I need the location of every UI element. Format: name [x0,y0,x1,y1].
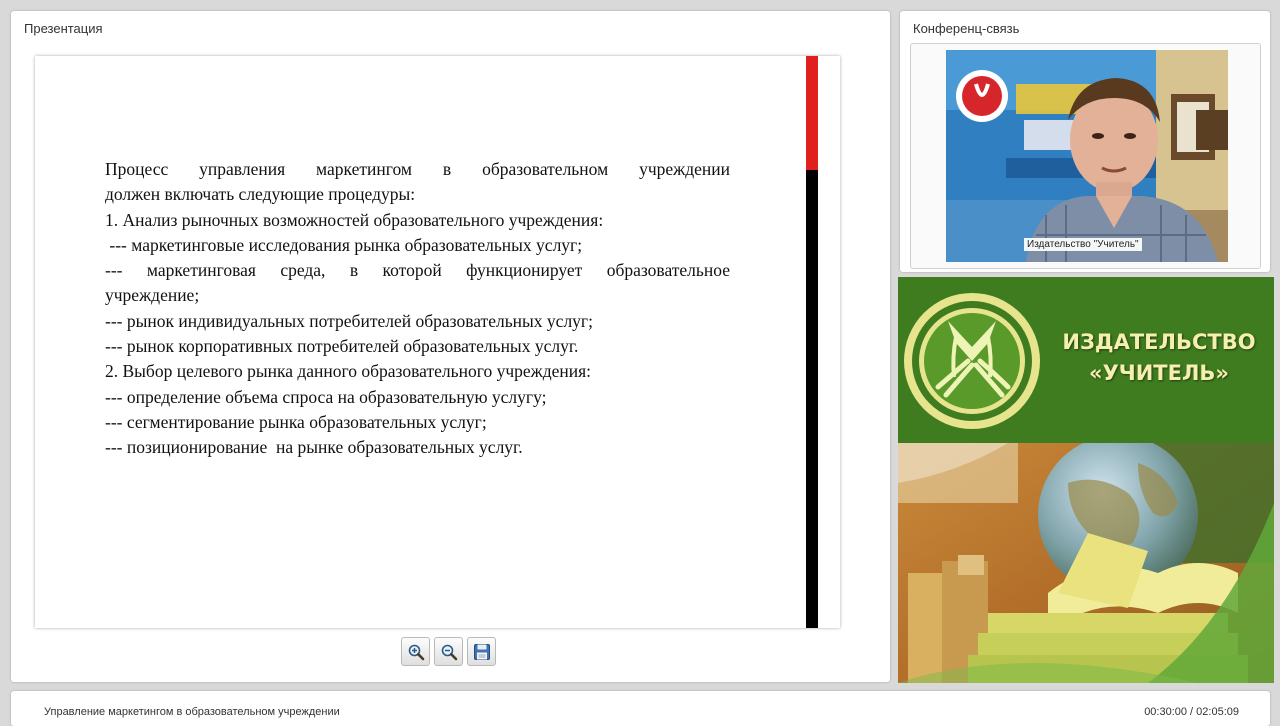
slide-line: учреждение; [105,285,200,306]
publisher-name-line1: ИЗДАТЕЛЬСТВО [1062,330,1256,354]
lecture-title: Управление маркетингом в образовательном… [44,706,340,718]
video-frame: Издательство "Учитель" [910,43,1261,269]
slide-text: Процесс управления маркетингом в образов… [105,157,730,461]
slide-toolbar [401,637,496,667]
zoom-out-button[interactable] [434,637,463,666]
slide-line: --- маркетинговые исследования рынка обр… [105,234,583,255]
presentation-slide: Процесс управления маркетингом в образов… [35,56,840,628]
slide-line: --- рынок корпоративных потребителей обр… [105,336,579,357]
conference-title: Конференц-связь [913,21,1020,36]
presentation-title: Презентация [24,21,103,36]
banner-image [898,435,1274,683]
webcam-video[interactable]: Издательство "Учитель" [946,50,1228,262]
zoom-in-icon [408,644,424,660]
slide-line: должен включать следующие процедуры: [105,184,416,205]
webcam-image [946,50,1228,262]
floppy-disk-icon [473,643,490,660]
slide-line: --- позиционирование на рынке образовате… [105,437,523,458]
slide-line: --- маркетинговая среда, в которой функц… [105,260,730,281]
presentation-panel: Презентация Процесс управления маркетинг… [11,11,890,682]
publisher-banner[interactable]: ИЗДАТЕЛЬСТВО «УЧИТЕЛЬ» [898,277,1274,683]
banner-header: ИЗДАТЕЛЬСТВО «УЧИТЕЛЬ» [898,277,1274,443]
zoom-in-button[interactable] [401,637,430,666]
slide-accent-bar-black [806,170,818,628]
slide-line: --- рынок индивидуальных потребителей об… [105,310,593,331]
slide-line: --- определение объема спроса на образов… [105,386,547,407]
footer-bar: Управление маркетингом в образовательном… [11,691,1270,726]
save-button[interactable] [467,637,496,666]
publisher-name-line2: «УЧИТЕЛЬ» [1089,361,1229,385]
slide-line: 1. Анализ рыночных возможностей образова… [105,209,604,230]
slide-line: --- сегментирование рынка образовательны… [105,411,487,432]
globe-and-books-image [898,435,1274,683]
slide-accent-bar-red [806,56,818,170]
zoom-out-icon [441,644,457,660]
publisher-logo [904,293,1040,429]
slide-line: Процесс управления маркетингом в образов… [105,159,730,179]
slide-line: 2. Выбор целевого рынка данного образова… [105,361,592,382]
publisher-name: ИЗДАТЕЛЬСТВО «УЧИТЕЛЬ» [1048,327,1270,389]
video-caption: Издательство "Учитель" [1024,238,1142,251]
playback-time: 00:30:00 / 02:05:09 [1144,706,1239,718]
conference-panel: Конференц-связь Издательство "Учитель" [900,11,1270,272]
